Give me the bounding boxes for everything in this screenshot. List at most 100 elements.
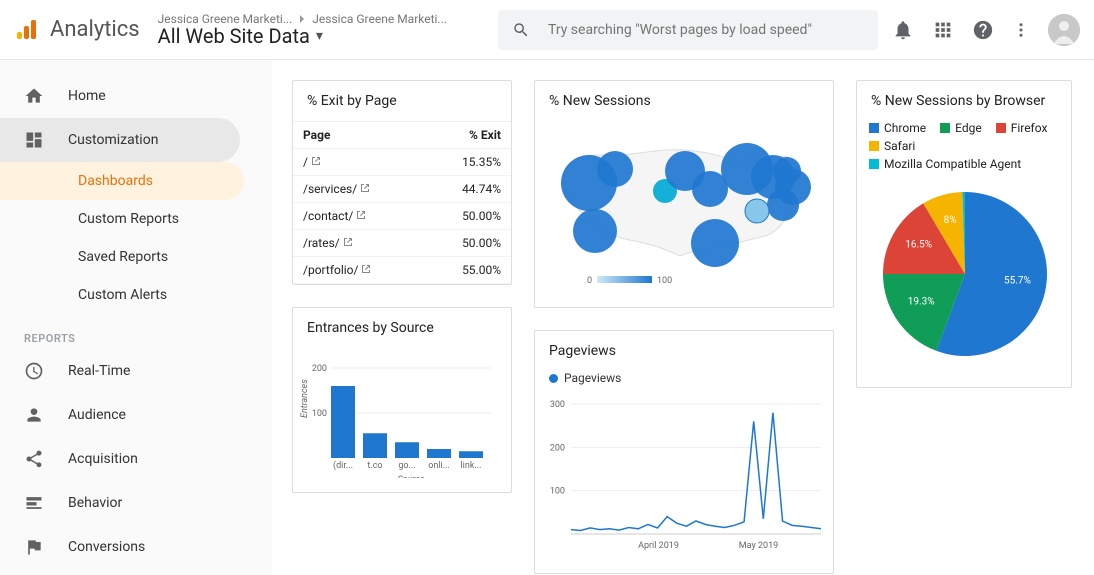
- legend-label: Chrome: [884, 121, 926, 135]
- card-title: % New Sessions: [535, 81, 833, 121]
- clock-icon: [24, 361, 44, 381]
- svg-text:(dir...: (dir...: [333, 460, 353, 471]
- cell-page: /: [303, 155, 308, 169]
- card-title: % New Sessions by Browser: [857, 81, 1071, 121]
- svg-text:19.3%: 19.3%: [908, 296, 935, 307]
- svg-text:200: 200: [312, 364, 327, 374]
- cell-page: /contact/: [303, 209, 353, 223]
- svg-text:100: 100: [657, 276, 672, 286]
- pageviews-line-chart: 100200300April 2019May 2019: [535, 389, 835, 559]
- svg-text:May 2019: May 2019: [739, 541, 778, 551]
- browser-pie-chart: 55.7% 19.3% 16.5% 8%: [857, 179, 1073, 369]
- behavior-icon: [24, 493, 44, 513]
- sidebar-item-realtime[interactable]: Real-Time: [0, 349, 272, 393]
- card-title: Entrances by Source: [293, 308, 511, 348]
- external-link-icon[interactable]: [361, 264, 371, 274]
- help-icon[interactable]: [972, 19, 994, 41]
- view-name: All Web Site Data: [158, 24, 310, 48]
- dashboard-icon: [24, 130, 44, 150]
- notifications-icon[interactable]: [892, 19, 914, 41]
- sidebar-label: Behavior: [68, 495, 122, 511]
- sidebar-item-customization[interactable]: Customization: [0, 118, 240, 162]
- account-avatar[interactable]: [1048, 14, 1080, 46]
- entrances-bar-chart: 100200(dir...t.cogo...onli...link...Entr…: [293, 348, 513, 478]
- svg-text:go...: go...: [398, 461, 415, 471]
- avatar-icon: [1048, 14, 1080, 46]
- card-new-sessions-map: % New Sessions 0 100: [534, 80, 834, 308]
- external-link-icon[interactable]: [356, 210, 366, 220]
- sidebar-sub-dashboards[interactable]: Dashboards: [0, 162, 244, 200]
- sidebar-sub-custom-alerts[interactable]: Custom Alerts: [0, 276, 272, 314]
- sidebar-label: Customization: [68, 132, 158, 148]
- sidebar-item-home[interactable]: Home: [0, 74, 272, 118]
- legend-swatch-icon: [996, 123, 1006, 133]
- external-link-icon[interactable]: [311, 156, 321, 166]
- col-exit: % Exit: [424, 122, 511, 149]
- svg-text:16.5%: 16.5%: [905, 240, 932, 251]
- table-row[interactable]: / 15.35%: [293, 149, 511, 176]
- more-vert-icon[interactable]: [1012, 19, 1030, 41]
- home-icon: [24, 86, 44, 106]
- legend-swatch-icon: [940, 123, 950, 133]
- sidebar-item-conversions[interactable]: Conversions: [0, 525, 272, 569]
- external-link-icon[interactable]: [360, 183, 370, 193]
- person-icon: [24, 405, 44, 425]
- search-placeholder: Try searching "Worst pages by load speed…: [548, 22, 812, 38]
- svg-text:55.7%: 55.7%: [1004, 275, 1031, 286]
- external-link-icon[interactable]: [343, 237, 353, 247]
- cell-exit: 55.00%: [424, 257, 511, 284]
- legend-swatch-icon: [869, 159, 879, 169]
- legend-label: Pageviews: [564, 371, 621, 385]
- svg-text:100: 100: [550, 487, 565, 497]
- sidebar-item-behavior[interactable]: Behavior: [0, 481, 272, 525]
- brand-name: Analytics: [50, 17, 140, 42]
- svg-text:200: 200: [550, 443, 565, 453]
- chevron-right-icon: [298, 15, 306, 23]
- card-pageviews: Pageviews Pageviews 100200300April 2019M…: [534, 330, 834, 574]
- card-exit-by-page: % Exit by Page Page% Exit / 15.35% /serv…: [292, 80, 512, 285]
- sidebar-sub-custom-reports[interactable]: Custom Reports: [0, 200, 272, 238]
- apps-icon[interactable]: [932, 19, 954, 41]
- sidebar: Home Customization Dashboards Custom Rep…: [0, 60, 272, 575]
- cell-exit: 50.00%: [424, 230, 511, 257]
- search-box[interactable]: Try searching "Worst pages by load speed…: [498, 10, 878, 50]
- sidebar-label: Home: [68, 88, 106, 104]
- search-icon: [512, 21, 530, 39]
- table-row[interactable]: /rates/ 50.00%: [293, 230, 511, 257]
- svg-text:8%: 8%: [944, 215, 957, 226]
- svg-text:100: 100: [312, 409, 327, 419]
- svg-text:Source: Source: [397, 475, 424, 478]
- card-title: % Exit by Page: [293, 81, 511, 121]
- legend-label: Safari: [884, 139, 915, 153]
- analytics-logo-icon: [14, 18, 38, 42]
- app-header: Analytics Jessica Greene Marketi... Jess…: [0, 0, 1094, 60]
- share-icon: [24, 449, 44, 469]
- sidebar-item-audience[interactable]: Audience: [0, 393, 272, 437]
- svg-text:t.co: t.co: [367, 461, 382, 471]
- sidebar-reports-header: REPORTS: [0, 314, 272, 349]
- sidebar-label: Audience: [68, 407, 126, 423]
- table-row[interactable]: /portfolio/ 55.00%: [293, 257, 511, 284]
- card-entrances-by-source: Entrances by Source 100 200 (dir... t.co go.…: [292, 307, 512, 493]
- cell-page: /rates/: [303, 236, 340, 250]
- col-page: Page: [293, 122, 424, 149]
- sidebar-item-acquisition[interactable]: Acquisition: [0, 437, 272, 481]
- svg-text:link...: link...: [460, 461, 481, 471]
- table-row[interactable]: /services/ 44.74%: [293, 176, 511, 203]
- cell-exit: 44.74%: [424, 176, 511, 203]
- legend-label: Mozilla Compatible Agent: [884, 157, 1021, 171]
- legend-label: Firefox: [1011, 121, 1048, 135]
- svg-text:Entrances: Entrances: [300, 379, 310, 418]
- legend-swatch-icon: [869, 141, 879, 151]
- property-selector[interactable]: Jessica Greene Marketi... Jessica Greene…: [158, 12, 447, 48]
- table-row[interactable]: /contact/ 50.00%: [293, 203, 511, 230]
- card-new-sessions-by-browser: % New Sessions by Browser Chrome Edge Fi…: [856, 80, 1072, 388]
- sidebar-sub-saved-reports[interactable]: Saved Reports: [0, 238, 272, 276]
- flag-icon: [24, 537, 44, 557]
- cell-exit: 50.00%: [424, 203, 511, 230]
- svg-text:0: 0: [587, 276, 592, 286]
- dashboard-content: % Exit by Page Page% Exit / 15.35% /serv…: [272, 60, 1094, 575]
- sidebar-label: Conversions: [68, 539, 145, 555]
- sidebar-label: Real-Time: [68, 363, 130, 379]
- exit-table: Page% Exit / 15.35% /services/ 44.74% /c…: [293, 121, 511, 284]
